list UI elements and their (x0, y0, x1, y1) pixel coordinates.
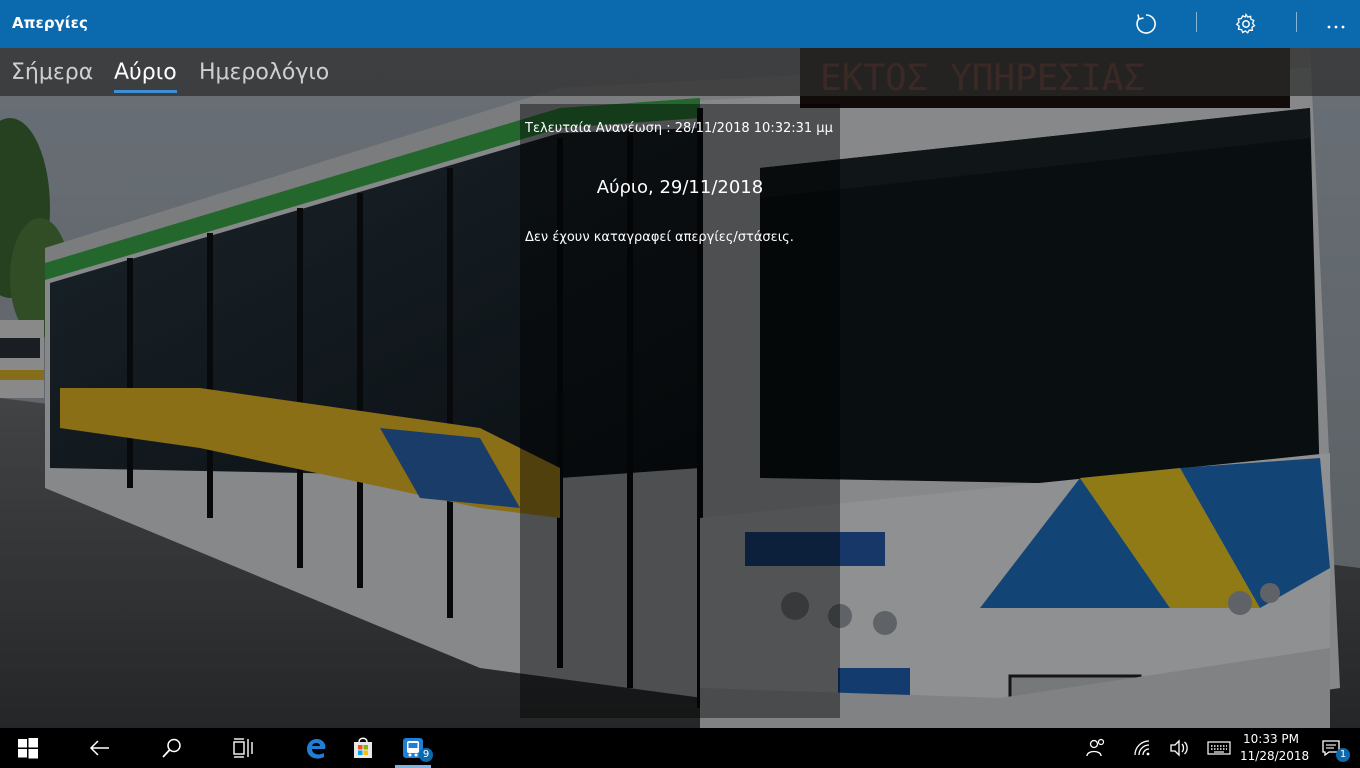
edge-icon (307, 739, 326, 759)
strikes-app-taskbar[interactable]: 9 (393, 728, 433, 768)
volume-button[interactable] (1167, 728, 1191, 768)
action-center-button[interactable]: 1 (1316, 728, 1350, 768)
gear-icon (1235, 13, 1256, 34)
day-title: Αύριο, 29/11/2018 (596, 177, 764, 198)
volume-icon (1170, 739, 1188, 757)
start-button[interactable] (10, 728, 46, 768)
more-button[interactable] (1321, 9, 1351, 39)
app-title: Απεργίες (12, 14, 88, 32)
tab-bar: Σήμερα Αύριο Ημερολόγιο (0, 48, 1360, 96)
task-view-button[interactable] (226, 728, 262, 768)
title-bar: Απεργίες (0, 0, 1360, 48)
clock-time: 10:33 PM (1243, 732, 1299, 746)
no-strikes-message: Δεν έχουν καταγραφεί απεργίες/στάσεις. (525, 230, 794, 245)
clock-date: 11/28/2018 (1240, 749, 1310, 763)
back-button[interactable] (82, 728, 118, 768)
people-button[interactable] (1084, 728, 1108, 768)
search-button[interactable] (154, 728, 190, 768)
notification-count-badge: 1 (1336, 748, 1350, 762)
edge-app[interactable] (298, 728, 334, 768)
search-icon (162, 738, 181, 758)
app-badge: 9 (419, 748, 433, 762)
wifi-button[interactable] (1130, 728, 1154, 768)
titlebar-separator (1196, 12, 1197, 32)
windows-icon (18, 738, 38, 759)
task-view-icon (233, 738, 253, 758)
store-icon (354, 737, 372, 758)
keyboard-icon (1207, 741, 1231, 755)
back-arrow-icon (89, 740, 109, 756)
active-tab-indicator (114, 90, 177, 93)
taskbar: 9 10:33 PM 11/28/2018 1 (0, 728, 1360, 768)
more-icon (1327, 25, 1345, 29)
tab-today[interactable]: Σήμερα (11, 60, 93, 85)
refresh-button[interactable] (1131, 9, 1161, 39)
strikes-panel: Τελευταία Ανανέωση : 28/11/2018 10:32:31… (520, 104, 840, 718)
last-refresh-text: Τελευταία Ανανέωση : 28/11/2018 10:32:31… (525, 121, 833, 136)
refresh-icon (1136, 14, 1156, 34)
people-icon (1086, 738, 1105, 757)
settings-button[interactable] (1231, 9, 1261, 39)
wifi-icon (1134, 740, 1150, 756)
store-app[interactable] (345, 728, 381, 768)
tab-calendar[interactable]: Ημερολόγιο (199, 60, 329, 85)
titlebar-separator (1296, 12, 1297, 32)
tab-tomorrow[interactable]: Αύριο (114, 60, 177, 85)
keyboard-button[interactable] (1206, 728, 1232, 768)
